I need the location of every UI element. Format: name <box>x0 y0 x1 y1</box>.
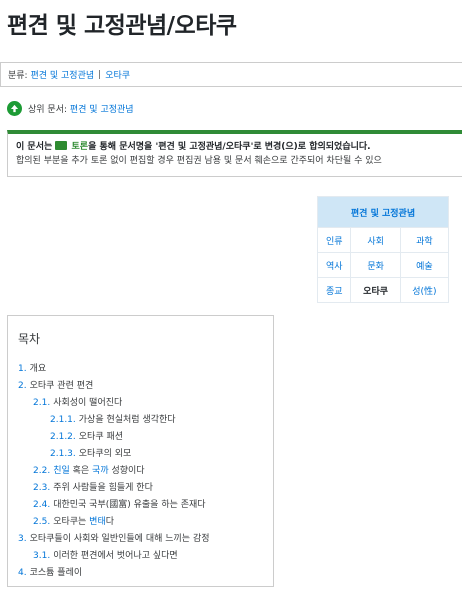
toc-item-number[interactable]: 2.1.3. <box>50 449 76 459</box>
toc-item-label: 코스튬 플레이 <box>29 568 83 578</box>
table-of-contents: 목차 1. 개요 2. 오타쿠 관련 편견 2.1. 사회성이 떨어진다 2.1.1. 가상을… <box>7 315 274 587</box>
navbox-link[interactable]: 종교 <box>316 277 352 303</box>
toc-item-number[interactable]: 2.5. <box>33 517 50 527</box>
discussion-notice: 이 문서는 토론을 통해 문서명을 '편견 및 고정관념/오타쿠'로 변경(으)… <box>7 130 462 177</box>
toc-item-label: 오타쿠의 외모 <box>78 449 132 459</box>
toc-item-number[interactable]: 2.4. <box>33 500 50 510</box>
toc-item[interactable]: 1. 개요 <box>18 361 263 378</box>
toc-item[interactable]: 2.2. 친일 혹은 국까 성향이다 <box>18 463 263 480</box>
navbox-link[interactable]: 사회 <box>350 227 401 253</box>
category-separator: | <box>98 69 102 80</box>
discussion-icon <box>55 141 68 150</box>
parent-document: 상위 문서: 편견 및 고정관념 <box>7 101 134 116</box>
toc-item-number[interactable]: 2.3. <box>33 483 50 493</box>
category-bar: 분류: 편견 및 고정관념 | 오타쿠 <box>0 62 462 87</box>
toc-item[interactable]: 3.1. 이러한 편견에서 벗어나고 싶다면 <box>18 548 263 565</box>
toc-item-number[interactable]: 3. <box>18 534 27 544</box>
toc-item-number[interactable]: 3.1. <box>33 551 50 561</box>
navbox-link[interactable]: 문화 <box>350 252 401 278</box>
category-link-otaku[interactable]: 오타쿠 <box>105 68 130 81</box>
navbox-link[interactable]: 성(性) <box>399 277 450 303</box>
toc-item-label: 개요 <box>29 364 47 374</box>
toc-list: 1. 개요 2. 오타쿠 관련 편견 2.1. 사회성이 떨어진다 2.1.1. 가상을 현실… <box>18 361 263 582</box>
toc-item-number[interactable]: 2. <box>18 381 27 391</box>
toc-item-label: 사회성이 떨어진다 <box>53 398 123 408</box>
navbox-row: 인류 사회 과학 <box>316 227 450 253</box>
toc-item-label: 오타쿠들이 사회와 일반인들에 대해 느끼는 감정 <box>29 534 210 544</box>
parent-label: 상위 문서: <box>28 105 68 115</box>
toc-item[interactable]: 2.3. 주위 사람들을 힘들게 한다 <box>18 480 263 497</box>
toc-item-number[interactable]: 1. <box>18 364 27 374</box>
navbox-row: 종교 오타쿠 성(性) <box>316 277 450 303</box>
toc-item-label: 오타쿠 관련 편견 <box>29 381 94 391</box>
toc-item-number[interactable]: 2.2. <box>33 466 50 476</box>
toc-inline-link[interactable]: 변태 <box>89 517 106 527</box>
toc-item[interactable]: 2.1. 사회성이 떨어진다 <box>18 395 263 412</box>
category-label: 분류: <box>8 71 28 81</box>
toc-item-label: 혹은 <box>69 466 93 476</box>
toc-item-number[interactable]: 2.1.1. <box>50 415 76 425</box>
toc-title: 목차 <box>18 332 41 346</box>
navbox-row: 역사 문화 예술 <box>316 252 450 278</box>
navbox-title[interactable]: 편견 및 고정관념 <box>317 196 449 228</box>
toc-item-label: 오타쿠는 <box>53 517 90 527</box>
toc-item-number[interactable]: 2.1.2. <box>50 432 76 442</box>
toc-item[interactable]: 2. 오타쿠 관련 편견 <box>18 378 263 395</box>
toc-item[interactable]: 2.1.1. 가상을 현실처럼 생각한다 <box>18 412 263 429</box>
navbox-link[interactable]: 인류 <box>316 227 352 253</box>
arrow-up-icon <box>7 101 22 116</box>
toc-item[interactable]: 2.5. 오타쿠는 변태다 <box>18 514 263 531</box>
toc-item-number[interactable]: 2.1. <box>33 398 50 408</box>
toc-item-label: 오타쿠 패션 <box>78 432 124 442</box>
notice-suffix: 을 통해 문서명을 '편견 및 고정관념/오타쿠'로 변경(으)로 합의되었습니… <box>88 142 371 152</box>
toc-item[interactable]: 2.1.3. 오타쿠의 외모 <box>18 446 263 463</box>
toc-item-label: 성향이다 <box>108 466 145 476</box>
navbox-link[interactable]: 과학 <box>399 227 450 253</box>
notice-line-2: 합의된 부분을 추가 토론 없이 편집할 경우 편집권 남용 및 문서 훼손으로… <box>16 156 382 166</box>
parent-link[interactable]: 편견 및 고정관념 <box>70 102 134 115</box>
toc-inline-link[interactable]: 국까 <box>92 466 109 476</box>
toc-item[interactable]: 4. 코스튬 플레이 <box>18 565 263 582</box>
navbox-link[interactable]: 예술 <box>399 252 450 278</box>
toc-item-number[interactable]: 4. <box>18 568 27 578</box>
notice-line-1: 이 문서는 토론을 통해 문서명을 '편견 및 고정관념/오타쿠'로 변경(으)… <box>16 140 458 154</box>
discussion-link[interactable]: 토론 <box>72 142 89 152</box>
navbox-link[interactable]: 역사 <box>316 252 352 278</box>
navbox: 편견 및 고정관념 인류 사회 과학 역사 문화 예술 종교 오타쿠 성(性) <box>316 196 450 303</box>
toc-inline-link[interactable]: 친일 <box>53 466 70 476</box>
toc-item-label: 주위 사람들을 힘들게 한다 <box>53 483 153 493</box>
navbox-link: 오타쿠 <box>350 277 401 303</box>
page-title: 편견 및 고정관념/오타쿠 <box>7 13 237 39</box>
toc-item[interactable]: 2.4. 대한민국 국부(國富) 유출을 하는 존재다 <box>18 497 263 514</box>
category-link-stereotype[interactable]: 편견 및 고정관념 <box>30 68 94 81</box>
toc-item-label: 대한민국 국부(國富) 유출을 하는 존재다 <box>53 500 206 510</box>
toc-item[interactable]: 3. 오타쿠들이 사회와 일반인들에 대해 느끼는 감정 <box>18 531 263 548</box>
notice-prefix: 이 문서는 <box>16 142 56 152</box>
toc-item-label: 가상을 현실처럼 생각한다 <box>78 415 176 425</box>
toc-item-label: 이러한 편견에서 벗어나고 싶다면 <box>53 551 178 561</box>
toc-item-label: 다 <box>105 517 115 527</box>
toc-item[interactable]: 2.1.2. 오타쿠 패션 <box>18 429 263 446</box>
